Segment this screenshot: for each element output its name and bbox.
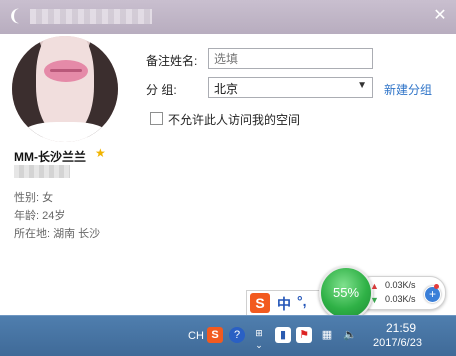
- network-status-icon[interactable]: ▦: [319, 327, 335, 343]
- group-label: 分 组:: [146, 83, 177, 97]
- sogou-tray-icon[interactable]: S: [207, 327, 223, 343]
- window-titlebar: ❨ ✕: [0, 0, 456, 34]
- privacy-checkbox[interactable]: [150, 112, 163, 125]
- help-icon[interactable]: ?: [229, 327, 245, 343]
- ime-mode-toggle[interactable]: 中: [277, 294, 291, 314]
- clock-date[interactable]: 2017/6/23: [373, 337, 422, 349]
- profile-nickname: MM-长沙兰兰: [14, 150, 86, 164]
- net-monitor-ball[interactable]: 55%: [319, 266, 373, 320]
- remark-input[interactable]: [208, 48, 373, 69]
- privacy-checkbox-label[interactable]: 不允许此人访问我的空间: [168, 111, 300, 128]
- window-title-blurred: [30, 9, 152, 24]
- new-group-link[interactable]: 新建分组: [384, 81, 432, 98]
- network-tray-icon[interactable]: ▮: [275, 327, 291, 343]
- close-button[interactable]: ✕: [430, 6, 450, 26]
- profile-gender: 性别: 女: [14, 192, 54, 204]
- language-indicator[interactable]: CH: [188, 316, 204, 356]
- avatar: [12, 36, 118, 142]
- qq-logo-icon: ❨: [8, 8, 22, 25]
- chevron-down-icon: ▼: [357, 80, 367, 91]
- remark-label: 备注姓名:: [146, 54, 198, 68]
- action-center-icon[interactable]: ⚑: [296, 327, 312, 343]
- sogou-logo-icon[interactable]: S: [250, 293, 270, 313]
- download-speed: 0.03K/s: [385, 294, 416, 304]
- profile-id-blurred: [14, 165, 70, 178]
- profile-location: 所在地: 湖南 长沙: [14, 228, 101, 240]
- tray-overflow-icon[interactable]: ⊞ ⌄: [251, 327, 267, 350]
- clock-time[interactable]: 21:59: [386, 321, 416, 335]
- notification-dot: [434, 284, 439, 289]
- ime-punct-toggle[interactable]: °,: [297, 293, 307, 309]
- taskbar: CH S ? ⊞ ⌄ ▮ ⚑ ▦ 🔈 21:59 2017/6/23: [0, 315, 456, 356]
- volume-icon[interactable]: 🔈: [342, 327, 358, 343]
- upload-arrow-icon: ▲: [370, 281, 379, 291]
- group-select[interactable]: 北京 ▼: [208, 77, 373, 98]
- upload-speed: 0.03K/s: [385, 280, 416, 290]
- download-arrow-icon: ▼: [370, 295, 379, 305]
- group-select-value: 北京: [214, 82, 239, 96]
- star-icon: ★: [95, 146, 106, 160]
- profile-age: 年龄: 24岁: [14, 210, 66, 222]
- boost-button[interactable]: +: [424, 286, 441, 303]
